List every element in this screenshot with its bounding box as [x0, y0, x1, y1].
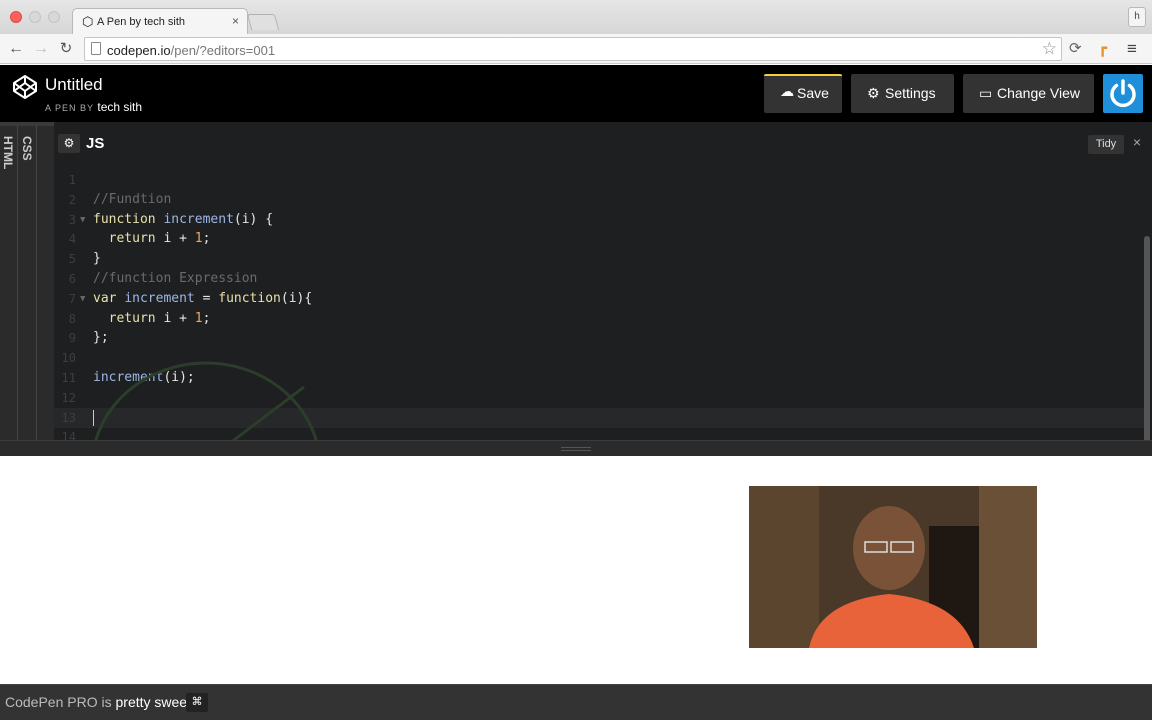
promo-emphasis: pretty sweet. — [115, 694, 195, 710]
codepen-favicon-icon: ⬡ — [82, 14, 94, 29]
scrollbar[interactable] — [1144, 236, 1150, 474]
profile-button[interactable]: h — [1128, 7, 1146, 27]
browser-toolbar: ← → ↻ codepen.io/pen/?editors=001 ☆ ⟳ ┏ … — [0, 34, 1152, 64]
cloud-icon: ☁ — [780, 83, 794, 99]
back-arrow-icon[interactable]: ← — [6, 39, 26, 59]
resize-grip-icon[interactable] — [561, 447, 591, 451]
code-line[interactable]: 5} — [54, 249, 1144, 269]
code-text: var increment = function(i){ — [93, 290, 313, 306]
page-icon — [91, 42, 101, 55]
code-text: return i + 1; — [108, 231, 211, 247]
pen-byline: A PEN BY tech sith — [45, 100, 142, 114]
extension-tool-icon[interactable]: ┏ — [1098, 40, 1107, 58]
bookmark-star-icon[interactable]: ☆ — [1042, 39, 1057, 59]
code-text: //function Expression — [93, 271, 258, 286]
collapsed-editors: HTML CSS — [0, 122, 54, 456]
html-editor-tab[interactable]: HTML — [1, 136, 15, 169]
editor-settings-gear-icon[interactable]: ⚙ — [58, 134, 80, 153]
change-view-label: Change View — [997, 85, 1081, 101]
save-label: Save — [797, 85, 829, 101]
line-number: 9 — [68, 331, 76, 346]
code-text: function increment(i) { — [93, 211, 274, 227]
layout-icon: ▭ — [979, 85, 993, 101]
line-number: 13 — [61, 410, 76, 425]
editor-header: ⚙ JS Tidy × — [54, 126, 1152, 160]
change-view-button[interactable]: ▭ Change View — [963, 74, 1094, 113]
code-line[interactable]: 8 return i + 1; — [54, 309, 1144, 329]
tidy-button[interactable]: Tidy — [1088, 135, 1124, 154]
line-number: 1 — [68, 173, 76, 187]
footer-bar: CodePen PRO is pretty sweet. ⌘ — [0, 684, 1152, 720]
browser-tab[interactable]: ⬡ A Pen by tech sith × — [72, 8, 248, 35]
code-line[interactable]: 10 — [54, 348, 1144, 368]
gear-icon: ⚙ — [867, 85, 880, 101]
code-text: }; — [93, 330, 109, 346]
code-line[interactable]: 3 ▼ function increment(i) { — [54, 210, 1144, 230]
code-line[interactable]: 1 — [54, 170, 1144, 190]
code-text: return i + 1; — [108, 310, 211, 326]
code-text: } — [93, 251, 101, 267]
tab-close-icon[interactable]: × — [232, 14, 239, 28]
js-editor-panel: HTML CSS ⚙ JS Tidy × 1 2//Fundtion 3 ▼ funct… — [0, 122, 1152, 573]
editor-resize-bar[interactable] — [0, 440, 1152, 456]
code-line[interactable]: 12 — [54, 388, 1144, 408]
code-text: increment(i); — [93, 370, 195, 385]
editor-language-title: JS — [86, 135, 105, 152]
close-icon[interactable]: × — [1133, 134, 1141, 150]
text-cursor — [93, 409, 94, 426]
code-editor[interactable]: 1 2//Fundtion 3 ▼ function increment(i) {4 r… — [54, 160, 1152, 474]
keyboard-shortcut-icon[interactable]: ⌘ — [186, 693, 208, 712]
settings-label: Settings — [885, 85, 936, 101]
author-link[interactable]: tech sith — [97, 100, 142, 114]
code-text: //Fundtion — [93, 191, 172, 207]
code-line[interactable]: 2 //Fundtion — [54, 190, 1144, 210]
save-button[interactable]: ☁ Save — [764, 74, 842, 113]
power-icon — [1110, 79, 1136, 108]
line-number: 2 — [68, 192, 76, 207]
pro-promo[interactable]: CodePen PRO is pretty sweet. — [5, 694, 195, 710]
fold-arrow-icon[interactable]: ▼ — [80, 210, 85, 230]
power-button[interactable] — [1103, 74, 1143, 113]
forward-arrow-icon[interactable]: → — [31, 39, 51, 59]
line-number: 7 — [68, 291, 76, 306]
menu-hamburger-icon[interactable]: ≡ — [1127, 40, 1137, 58]
address-bar[interactable]: codepen.io/pen/?editors=001 ☆ — [84, 37, 1062, 61]
url-text[interactable]: codepen.io/pen/?editors=001 — [107, 43, 275, 58]
webcam-video — [749, 486, 1037, 648]
promo-prefix: CodePen PRO is — [5, 694, 112, 710]
window-close-button[interactable] — [10, 11, 22, 23]
fold-arrow-icon[interactable]: ▼ — [80, 289, 85, 309]
settings-button[interactable]: ⚙ Settings — [851, 74, 954, 113]
line-number: 6 — [68, 272, 76, 286]
code-line[interactable]: 11 increment(i); — [54, 368, 1144, 388]
codepen-header: Untitled A PEN BY tech sith ☁ Save ⚙ Set… — [0, 65, 1152, 122]
line-number: 10 — [61, 351, 76, 366]
codepen-logo-icon[interactable] — [12, 74, 38, 100]
code-line[interactable]: 13 — [54, 407, 1144, 428]
byline-prefix: A PEN BY — [45, 103, 94, 113]
line-number: 3 — [68, 212, 76, 227]
code-line[interactable]: 4 return i + 1; — [54, 229, 1144, 249]
browser-tab-bar: ⬡ A Pen by tech sith × h — [0, 0, 1152, 35]
divider — [36, 126, 37, 444]
line-number: 4 — [68, 232, 76, 247]
line-number: 11 — [61, 371, 76, 385]
extension-sync-icon[interactable]: ⟳ — [1069, 40, 1082, 58]
window-zoom-button[interactable] — [48, 11, 60, 23]
tab-title: A Pen by tech sith — [97, 16, 186, 28]
code-line[interactable]: 6 //function Expression — [54, 269, 1144, 289]
code-line[interactable]: 9}; — [54, 328, 1144, 348]
window-minimize-button[interactable] — [29, 11, 41, 23]
new-tab-button[interactable] — [246, 14, 280, 30]
pen-title[interactable]: Untitled — [45, 75, 103, 95]
line-number: 12 — [61, 390, 76, 405]
preview-pane — [0, 456, 1152, 684]
line-number: 8 — [68, 311, 76, 326]
line-number: 5 — [68, 252, 76, 267]
code-line[interactable]: 7 ▼ var increment = function(i){ — [54, 289, 1144, 309]
css-editor-tab[interactable]: CSS — [20, 136, 34, 161]
divider — [17, 126, 18, 444]
reload-icon[interactable]: ↻ — [56, 39, 76, 59]
